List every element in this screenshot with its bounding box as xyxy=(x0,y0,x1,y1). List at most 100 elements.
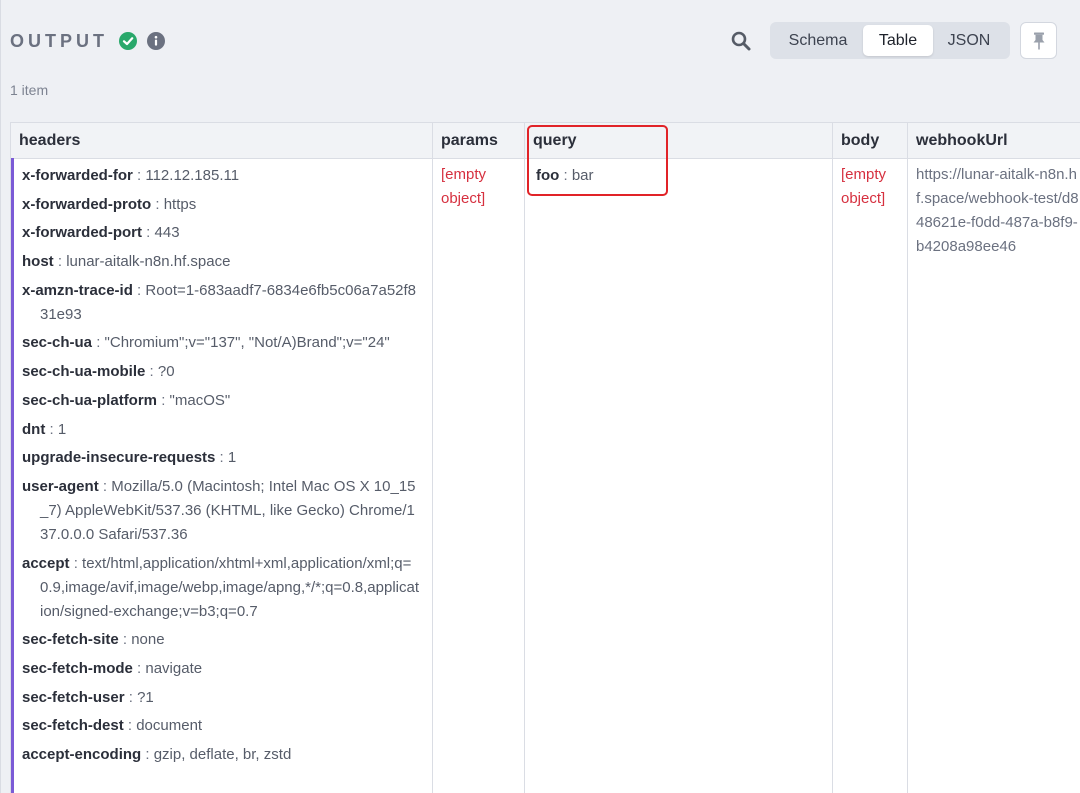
params-cell: [empty object] xyxy=(441,163,523,211)
key-value-separator: : xyxy=(151,195,164,213)
output-panel: OUTPUT Schema Table JSON 1 item headers … xyxy=(0,0,1080,793)
headers-key: x-forwarded-port xyxy=(22,224,142,242)
headers-value: 443 xyxy=(154,224,180,242)
headers-entry: host : lunar-aitalk-n8n.hf.space xyxy=(22,250,422,274)
key-value-separator: : xyxy=(559,167,572,184)
column-divider xyxy=(524,123,525,793)
headers-entry: accept-encoding : gzip, deflate, br, zst… xyxy=(22,743,422,767)
key-value-separator: : xyxy=(98,477,112,495)
key-value-separator: : xyxy=(157,391,170,409)
headers-value: 1 xyxy=(227,449,237,467)
headers-entry: sec-fetch-mode : navigate xyxy=(22,657,422,681)
column-divider xyxy=(432,123,433,793)
query-key: foo xyxy=(536,167,560,184)
headers-key: sec-ch-ua xyxy=(22,334,93,352)
column-header-body: body xyxy=(841,132,880,149)
key-value-separator: : xyxy=(53,253,67,271)
key-value-separator: : xyxy=(69,554,83,572)
headers-key: sec-ch-ua-platform xyxy=(22,391,158,409)
info-icon[interactable] xyxy=(147,32,165,50)
headers-value: none xyxy=(131,631,165,649)
headers-key: accept-encoding xyxy=(22,746,142,763)
view-mode-switch: Schema Table JSON xyxy=(770,22,1010,59)
headers-value: "Chromium";v="137", "Not/A)Brand";v="24" xyxy=(104,334,390,352)
key-value-separator: : xyxy=(141,746,154,763)
body-empty-value: [empty object] xyxy=(841,166,887,207)
headers-entry: sec-ch-ua : "Chromium";v="137", "Not/A)B… xyxy=(22,331,422,355)
headers-key: sec-ch-ua-mobile xyxy=(22,363,146,381)
tab-json[interactable]: JSON xyxy=(933,25,1005,56)
search-icon xyxy=(731,31,751,51)
key-value-separator: : xyxy=(45,420,58,438)
query-entry: foo : bar xyxy=(536,164,826,188)
column-header-params: params xyxy=(441,132,498,149)
headers-entry: accept : text/html,application/xhtml+xml… xyxy=(22,552,422,624)
column-divider xyxy=(907,123,908,793)
headers-entry: upgrade-insecure-requests : 1 xyxy=(22,446,422,470)
key-value-separator: : xyxy=(132,659,146,677)
headers-entry: sec-fetch-user : ?1 xyxy=(22,686,422,710)
column-divider xyxy=(832,123,833,793)
headers-value: lunar-aitalk-n8n.hf.space xyxy=(66,253,231,271)
row-accent-bar xyxy=(11,158,14,793)
headers-key: host xyxy=(22,253,54,271)
headers-entry: sec-ch-ua-platform : "macOS" xyxy=(22,389,422,413)
webhookurl-cell: https://lunar-aitalk-n8n.hf.space/webhoo… xyxy=(916,163,1080,259)
headers-value: 1 xyxy=(57,420,67,438)
headers-key: x-amzn-trace-id xyxy=(22,281,133,299)
headers-value: ?1 xyxy=(137,688,154,706)
headers-key: sec-fetch-user xyxy=(22,688,125,706)
headers-value: text/html,application/xhtml+xml,applicat… xyxy=(40,554,419,620)
body-cell: [empty object] xyxy=(841,163,903,211)
search-button[interactable] xyxy=(728,28,754,54)
headers-cell: x-forwarded-for : 112.12.185.11 x-forward… xyxy=(22,164,422,772)
headers-entry: user-agent : Mozilla/5.0 (Macintosh; Int… xyxy=(22,475,422,547)
column-header-query: query xyxy=(533,132,577,149)
key-value-separator: : xyxy=(118,631,132,649)
headers-key: sec-fetch-dest xyxy=(22,717,124,735)
headers-value: 112.12.185.11 xyxy=(145,167,240,184)
headers-key: sec-fetch-mode xyxy=(22,659,133,677)
headers-value: https xyxy=(163,195,197,213)
key-value-separator: : xyxy=(145,363,158,381)
headers-key: upgrade-insecure-requests xyxy=(22,449,216,467)
headers-key: x-forwarded-for xyxy=(22,167,133,184)
headers-entry: x-forwarded-proto : https xyxy=(22,193,422,217)
key-value-separator: : xyxy=(132,281,146,299)
headers-entry: sec-fetch-site : none xyxy=(22,628,422,652)
success-check-icon xyxy=(119,32,137,50)
table-header: headers params query body webhookUrl xyxy=(11,123,1080,159)
headers-entry: sec-fetch-dest : document xyxy=(22,714,422,738)
headers-key: user-agent xyxy=(22,477,99,495)
key-value-separator: : xyxy=(142,224,155,242)
headers-entry: x-amzn-trace-id : Root=1-683aadf7-6834e6… xyxy=(22,279,422,327)
column-header-headers: headers xyxy=(19,132,81,149)
tab-table[interactable]: Table xyxy=(863,25,933,56)
headers-key: accept xyxy=(22,554,70,572)
headers-value: ?0 xyxy=(157,363,175,381)
column-header-webhookurl: webhookUrl xyxy=(916,132,1008,149)
pin-icon xyxy=(1033,32,1045,50)
key-value-separator: : xyxy=(132,167,146,184)
webhook-url-value: https://lunar-aitalk-n8n.hf.space/webhoo… xyxy=(916,166,1079,255)
query-cell: foo : bar xyxy=(536,164,826,193)
headers-key: sec-fetch-site xyxy=(22,631,119,649)
headers-value: "macOS" xyxy=(169,391,231,409)
key-value-separator: : xyxy=(123,717,137,735)
headers-value: navigate xyxy=(145,659,203,677)
output-title: OUTPUT xyxy=(10,31,108,51)
pin-data-button[interactable] xyxy=(1020,22,1057,59)
params-empty-value: [empty object] xyxy=(441,166,487,207)
headers-value: document xyxy=(136,717,203,735)
key-value-separator: : xyxy=(92,334,105,352)
headers-value: gzip, deflate, br, zstd xyxy=(153,746,292,763)
headers-entry: x-forwarded-for : 112.12.185.11 xyxy=(22,164,422,188)
key-value-separator: : xyxy=(215,449,228,467)
headers-key: x-forwarded-proto xyxy=(22,195,152,213)
item-count: 1 item xyxy=(10,82,49,98)
headers-key: dnt xyxy=(22,420,46,438)
key-value-separator: : xyxy=(124,688,138,706)
tab-schema[interactable]: Schema xyxy=(773,25,863,56)
headers-entry: x-forwarded-port : 443 xyxy=(22,221,422,245)
query-value: bar xyxy=(571,167,594,184)
